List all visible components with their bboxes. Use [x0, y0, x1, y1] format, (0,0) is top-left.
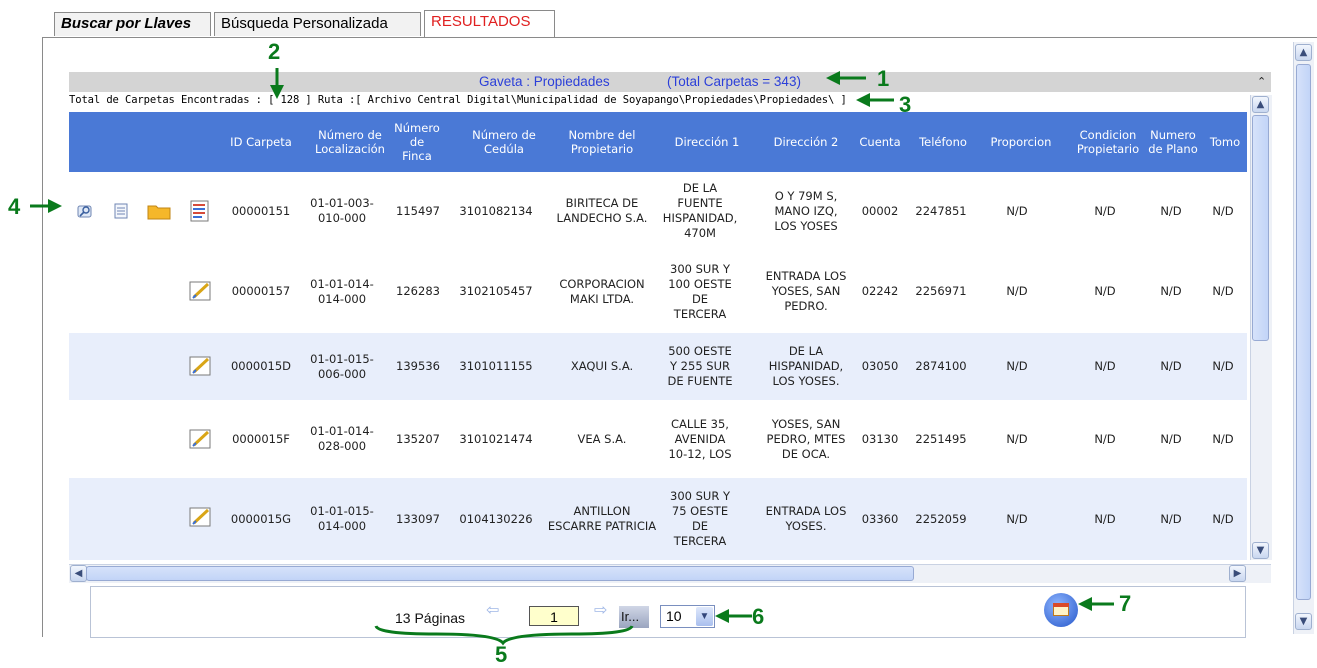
annotation-4: 4 — [8, 194, 21, 219]
annotation-5: 5 — [495, 642, 508, 667]
annotation-layer — [30, 68, 1114, 646]
annotation-7: 7 — [1119, 591, 1132, 616]
annotation-3: 3 — [899, 92, 912, 117]
annotation-6: 6 — [752, 604, 765, 629]
annotation-1: 1 — [877, 66, 890, 91]
annotation-2: 2 — [268, 39, 281, 64]
